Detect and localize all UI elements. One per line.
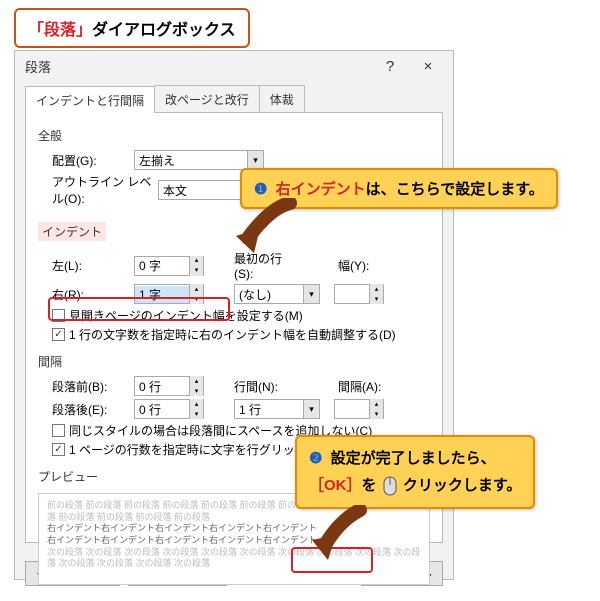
chevron-down-icon: ▾: [303, 400, 319, 418]
nospace-checkbox[interactable]: [52, 424, 65, 437]
preview-next: 次の段落 次の段落 次の段落 次の段落 次の段落 次の段落 次の段落 次の段落 …: [47, 547, 421, 570]
before-label: 段落前(B):: [38, 378, 134, 395]
general-header: 全般: [38, 127, 430, 144]
spin-up-icon[interactable]: ▴: [369, 399, 383, 409]
preview-sample: 右インデント右インデント右インデント右インデント右インデント 右インデント右イン…: [47, 523, 421, 546]
spin-down-icon[interactable]: ▾: [369, 409, 383, 419]
callout-2: ❷ 設定が完了しましたら、 ［OK］を クリックします。: [295, 435, 535, 509]
autoadjust-checkbox[interactable]: ✓: [52, 328, 65, 341]
linesp-label: 行間(N):: [234, 378, 298, 395]
callout-1: ❶ 右インデントは、こちらで設定します。: [240, 168, 558, 209]
width-spinner[interactable]: ▴▾: [334, 284, 384, 304]
chevron-down-icon: ▾: [247, 151, 263, 169]
dialog-titlebar: 段落 ? ×: [15, 51, 453, 81]
left-indent-value: 0 字: [135, 257, 189, 274]
spin-up-icon[interactable]: ▴: [189, 376, 203, 386]
after-spinner[interactable]: 0 行 ▴▾: [134, 399, 204, 419]
grid-checkbox[interactable]: ✓: [52, 443, 65, 456]
after-value: 0 行: [135, 401, 189, 418]
spin-down-icon[interactable]: ▾: [189, 409, 203, 419]
indent-header: インデント: [38, 222, 106, 241]
close-button[interactable]: ×: [409, 53, 447, 79]
firstline-label: 最初の行(S):: [234, 250, 298, 281]
alignment-label: 配置(G):: [38, 152, 134, 169]
at-spinner[interactable]: ▴▾: [334, 399, 384, 419]
spin-down-icon[interactable]: ▾: [189, 386, 203, 396]
linesp-combo[interactable]: 1 行 ▾: [234, 399, 320, 419]
linesp-value: 1 行: [235, 401, 303, 418]
mouse-icon: [381, 475, 399, 497]
callout-2-num: ❷: [309, 450, 322, 467]
callout-2-line1: 設定が完了しましたら、: [331, 450, 496, 467]
callout-1-rest: は、こちらで設定します。: [366, 181, 544, 198]
help-button[interactable]: ?: [371, 53, 409, 79]
spin-up-icon[interactable]: ▴: [189, 284, 203, 294]
width-label: 幅(Y):: [338, 257, 386, 274]
spin-up-icon[interactable]: ▴: [189, 256, 203, 266]
callout-2-a: を: [362, 477, 377, 494]
spacing-header: 間隔: [38, 353, 430, 370]
tab-indent-spacing[interactable]: インデントと行間隔: [25, 86, 155, 113]
callout-1-emph: 右インデント: [276, 181, 366, 198]
title-quoted: 「段落」: [28, 22, 92, 39]
chevron-down-icon: ▾: [303, 285, 319, 303]
right-indent-spinner[interactable]: 1 字 ▴▾: [134, 284, 204, 304]
tab-page-break[interactable]: 改ページと改行: [154, 85, 260, 112]
autoadjust-label: 1 行の文字数を指定時に右のインデント幅を自動調整する(D): [69, 326, 396, 343]
firstline-combo[interactable]: (なし) ▾: [234, 284, 320, 304]
left-indent-label: 左(L):: [38, 257, 134, 274]
callout-2-ok: ［OK］: [309, 477, 362, 494]
before-value: 0 行: [135, 378, 189, 395]
left-indent-spinner[interactable]: 0 字 ▴▾: [134, 256, 204, 276]
callout-2-b: クリックします。: [403, 477, 522, 494]
dialog-title: 段落: [21, 57, 371, 76]
tab-bar: インデントと行間隔 改ページと改行 体裁: [25, 85, 443, 113]
spin-up-icon[interactable]: ▴: [369, 284, 383, 294]
right-indent-value: 1 字: [135, 286, 189, 303]
spin-up-icon[interactable]: ▴: [189, 399, 203, 409]
spin-down-icon[interactable]: ▾: [189, 266, 203, 276]
title-rest: ダイアログボックス: [92, 22, 236, 39]
spin-down-icon[interactable]: ▾: [369, 294, 383, 304]
outline-label: アウトライン レベル(O):: [38, 173, 158, 207]
alignment-value: 左揃え: [135, 152, 247, 169]
outline-value: 本文: [159, 182, 247, 199]
callout-1-num: ❶: [254, 181, 267, 198]
mirror-indent-checkbox[interactable]: [52, 309, 65, 322]
at-label: 間隔(A):: [338, 378, 386, 395]
after-label: 段落後(E):: [38, 401, 134, 418]
spin-down-icon[interactable]: ▾: [189, 294, 203, 304]
firstline-value: (なし): [235, 286, 303, 303]
right-indent-label: 右(R):: [38, 286, 134, 303]
before-spinner[interactable]: 0 行 ▴▾: [134, 376, 204, 396]
title-badge: 「段落」ダイアログボックス: [14, 8, 250, 48]
tab-typography[interactable]: 体裁: [259, 85, 305, 112]
mirror-indent-label: 見開きページのインデント幅を設定する(M): [69, 307, 303, 324]
alignment-combo[interactable]: 左揃え ▾: [134, 150, 264, 170]
